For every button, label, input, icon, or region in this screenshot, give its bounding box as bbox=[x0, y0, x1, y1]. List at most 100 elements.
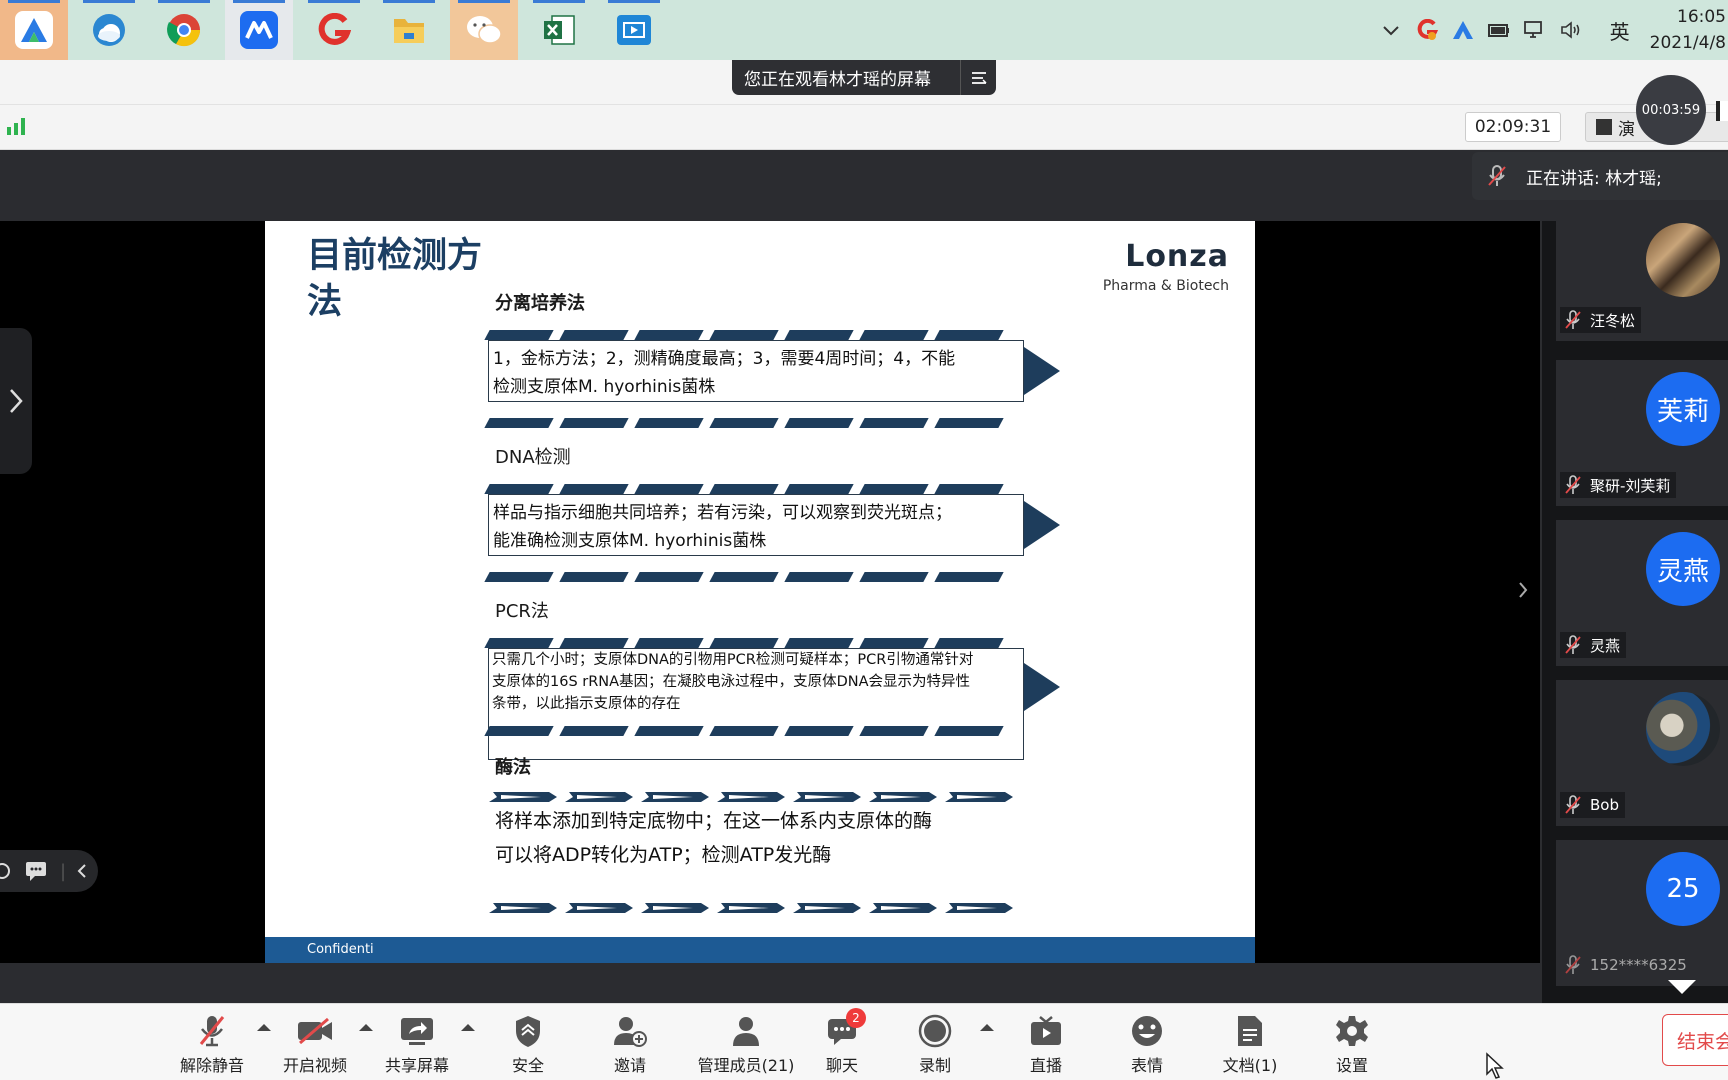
participant-tile[interactable]: Bob bbox=[1556, 680, 1728, 826]
volume-icon[interactable] bbox=[1558, 17, 1584, 43]
chat-button[interactable]: 2 聊天 bbox=[792, 1008, 892, 1076]
chat-label: 聊天 bbox=[825, 1056, 858, 1075]
meeting-status-bar: 02:09:31 演 bbox=[0, 105, 1728, 150]
participant-name-tag: 聚研-刘芙莉 bbox=[1560, 472, 1677, 498]
participant-tile[interactable]: 25 152****6325 bbox=[1556, 840, 1728, 986]
mouse-cursor-icon bbox=[1486, 1052, 1504, 1079]
video-app-icon bbox=[617, 15, 651, 45]
chevron-divider bbox=[487, 902, 1013, 914]
end-meeting-button[interactable]: 结束会 bbox=[1662, 1014, 1728, 1066]
document-icon bbox=[1230, 1014, 1270, 1048]
emoji-small-icon[interactable] bbox=[0, 861, 14, 881]
shield-icon bbox=[508, 1014, 548, 1048]
record-label: 录制 bbox=[918, 1056, 951, 1075]
settings-button[interactable]: 设置 bbox=[1302, 1014, 1402, 1076]
section-box: 样品与指示细胞共同培养；若有污染，可以观察到荧光斑点； 能准确检测支原体M. h… bbox=[488, 494, 1024, 556]
section-line: 支原体的16S rRNA基因；在凝胶电泳过程中，支原体DNA会显示为特异性 bbox=[492, 674, 970, 690]
menu-icon[interactable] bbox=[960, 60, 996, 95]
mic-muted-icon bbox=[192, 1014, 232, 1048]
chevron-left-icon[interactable] bbox=[76, 862, 88, 880]
invite-button[interactable]: 邀请 bbox=[580, 1014, 680, 1076]
participant-panel: 汪冬松 芙莉 聚研-刘芙莉 灵燕 灵燕 Bob 25 152****6325 bbox=[1540, 221, 1728, 1003]
participant-name: 聚研-刘芙莉 bbox=[1590, 476, 1671, 495]
recording-timer[interactable]: 00:03:59 bbox=[1636, 75, 1706, 145]
pause-icon[interactable] bbox=[1716, 101, 1728, 121]
stripe-divider bbox=[484, 418, 1007, 428]
taskbar-app-excel[interactable] bbox=[525, 0, 593, 60]
section-line: 可以将ADP转化为ATP；检测ATP发光酶 bbox=[495, 844, 832, 866]
participant-tile[interactable]: 灵燕 灵燕 bbox=[1556, 520, 1728, 666]
caret-up-icon[interactable] bbox=[980, 1024, 994, 1031]
section-line: 1，金标方法；2，测精确度最高；3，需要4周时间；4，不能 bbox=[493, 349, 956, 369]
ai-app-icon bbox=[15, 11, 53, 49]
add-user-icon bbox=[610, 1014, 650, 1048]
manage-members-button[interactable]: 管理成员(21) bbox=[686, 1014, 806, 1076]
scroll-down-icon[interactable] bbox=[1668, 980, 1696, 994]
live-stream-button[interactable]: 直播 bbox=[996, 1014, 1096, 1076]
ai-tray-icon[interactable] bbox=[1450, 17, 1476, 43]
red-app-tray-icon[interactable] bbox=[1414, 17, 1440, 43]
taskbar-app-explorer[interactable] bbox=[375, 0, 443, 60]
documents-label: 文档(1) bbox=[1222, 1056, 1278, 1075]
start-video-label: 开启视频 bbox=[282, 1056, 347, 1075]
arrow-head-shape bbox=[1024, 663, 1060, 711]
caret-up-icon[interactable] bbox=[461, 1024, 475, 1031]
security-button[interactable]: 安全 bbox=[478, 1014, 578, 1076]
taskbar-app-red[interactable] bbox=[300, 0, 368, 60]
windows-taskbar: 英 16:05 2021/4/8 bbox=[0, 0, 1728, 60]
taskbar-app-video[interactable] bbox=[600, 0, 668, 60]
notice-row: 您正在观看林才瑶的屏幕 bbox=[0, 60, 1728, 105]
mic-muted-icon bbox=[1488, 165, 1506, 186]
avatar: 25 bbox=[1646, 852, 1720, 926]
emoji-button[interactable]: 表情 bbox=[1097, 1014, 1197, 1076]
chevron-right-small-icon[interactable] bbox=[1517, 578, 1529, 606]
record-button[interactable]: 录制 bbox=[885, 1014, 985, 1076]
section-box: 只需几个小时；支原体DNA的引物用PCR检测可疑样本；PCR引物通常针对 支原体… bbox=[488, 648, 1024, 760]
network-signal-icon[interactable] bbox=[6, 117, 28, 135]
battery-icon[interactable] bbox=[1486, 17, 1512, 43]
chevron-right-icon[interactable] bbox=[0, 328, 32, 474]
participant-tile[interactable]: 芙莉 聚研-刘芙莉 bbox=[1556, 360, 1728, 506]
chat-unread-badge: 2 bbox=[846, 1008, 866, 1028]
taskbar-app-edge[interactable] bbox=[75, 0, 143, 60]
toolbar-divider: | bbox=[60, 860, 67, 882]
logo-subtitle: Pharma & Biotech bbox=[1102, 278, 1229, 294]
network-icon[interactable] bbox=[1522, 17, 1548, 43]
participant-tile[interactable]: 汪冬松 bbox=[1556, 221, 1728, 341]
share-screen-label: 共享屏幕 bbox=[384, 1056, 449, 1075]
taskbar-app-chrome[interactable] bbox=[150, 0, 218, 60]
screen-share-notice[interactable]: 您正在观看林才瑶的屏幕 bbox=[732, 60, 996, 95]
stripe-divider bbox=[484, 572, 1007, 582]
presentation-slide: 目前检测方法 Lonza Pharma & Biotech 分离培养法 1，金标… bbox=[265, 221, 1255, 963]
chat-bubble-icon[interactable] bbox=[24, 860, 48, 882]
share-screen-button[interactable]: 共享屏幕 bbox=[367, 1014, 467, 1076]
taskbar-app-wechat[interactable] bbox=[450, 0, 518, 60]
participant-name: 汪冬松 bbox=[1590, 311, 1636, 330]
section-title: 分离培养法 bbox=[495, 293, 585, 314]
meeting-toolbar: 解除静音 开启视频 共享屏幕 安全 邀请 管理成员(21) 2 聊天 录制 直播… bbox=[0, 1003, 1728, 1080]
chevron-up-icon[interactable] bbox=[1378, 17, 1404, 43]
participant-name-tag: 152****6325 bbox=[1560, 952, 1693, 978]
system-clock[interactable]: 16:05 2021/4/8 bbox=[1650, 4, 1726, 56]
chevron-divider bbox=[487, 791, 1013, 803]
stripe-divider bbox=[484, 726, 1007, 736]
record-icon bbox=[915, 1014, 955, 1048]
logo-name: Lonza bbox=[1125, 239, 1229, 274]
avatar bbox=[1646, 223, 1720, 297]
mic-muted-icon bbox=[1565, 475, 1581, 494]
taskbar-app-tencent-meeting[interactable] bbox=[225, 0, 293, 60]
taskbar-app-ai[interactable] bbox=[0, 0, 68, 60]
unmute-button[interactable]: 解除静音 bbox=[162, 1014, 262, 1076]
arrow-head-shape bbox=[1024, 501, 1060, 549]
lonza-logo: Lonza Pharma & Biotech bbox=[1103, 239, 1229, 294]
participant-name-tag: 汪冬松 bbox=[1560, 307, 1642, 333]
input-method-indicator[interactable]: 英 bbox=[1610, 16, 1630, 45]
tencent-meeting-icon bbox=[240, 11, 278, 49]
view-mode-label: 演 bbox=[1618, 119, 1635, 140]
wechat-icon bbox=[465, 11, 503, 49]
documents-button[interactable]: 文档(1) bbox=[1200, 1014, 1300, 1076]
section-title: 酶法 bbox=[495, 757, 531, 778]
excel-icon bbox=[540, 11, 578, 49]
section-line: 只需几个小时；支原体DNA的引物用PCR检测可疑样本；PCR引物通常针对 bbox=[492, 652, 974, 668]
start-video-button[interactable]: 开启视频 bbox=[265, 1014, 365, 1076]
